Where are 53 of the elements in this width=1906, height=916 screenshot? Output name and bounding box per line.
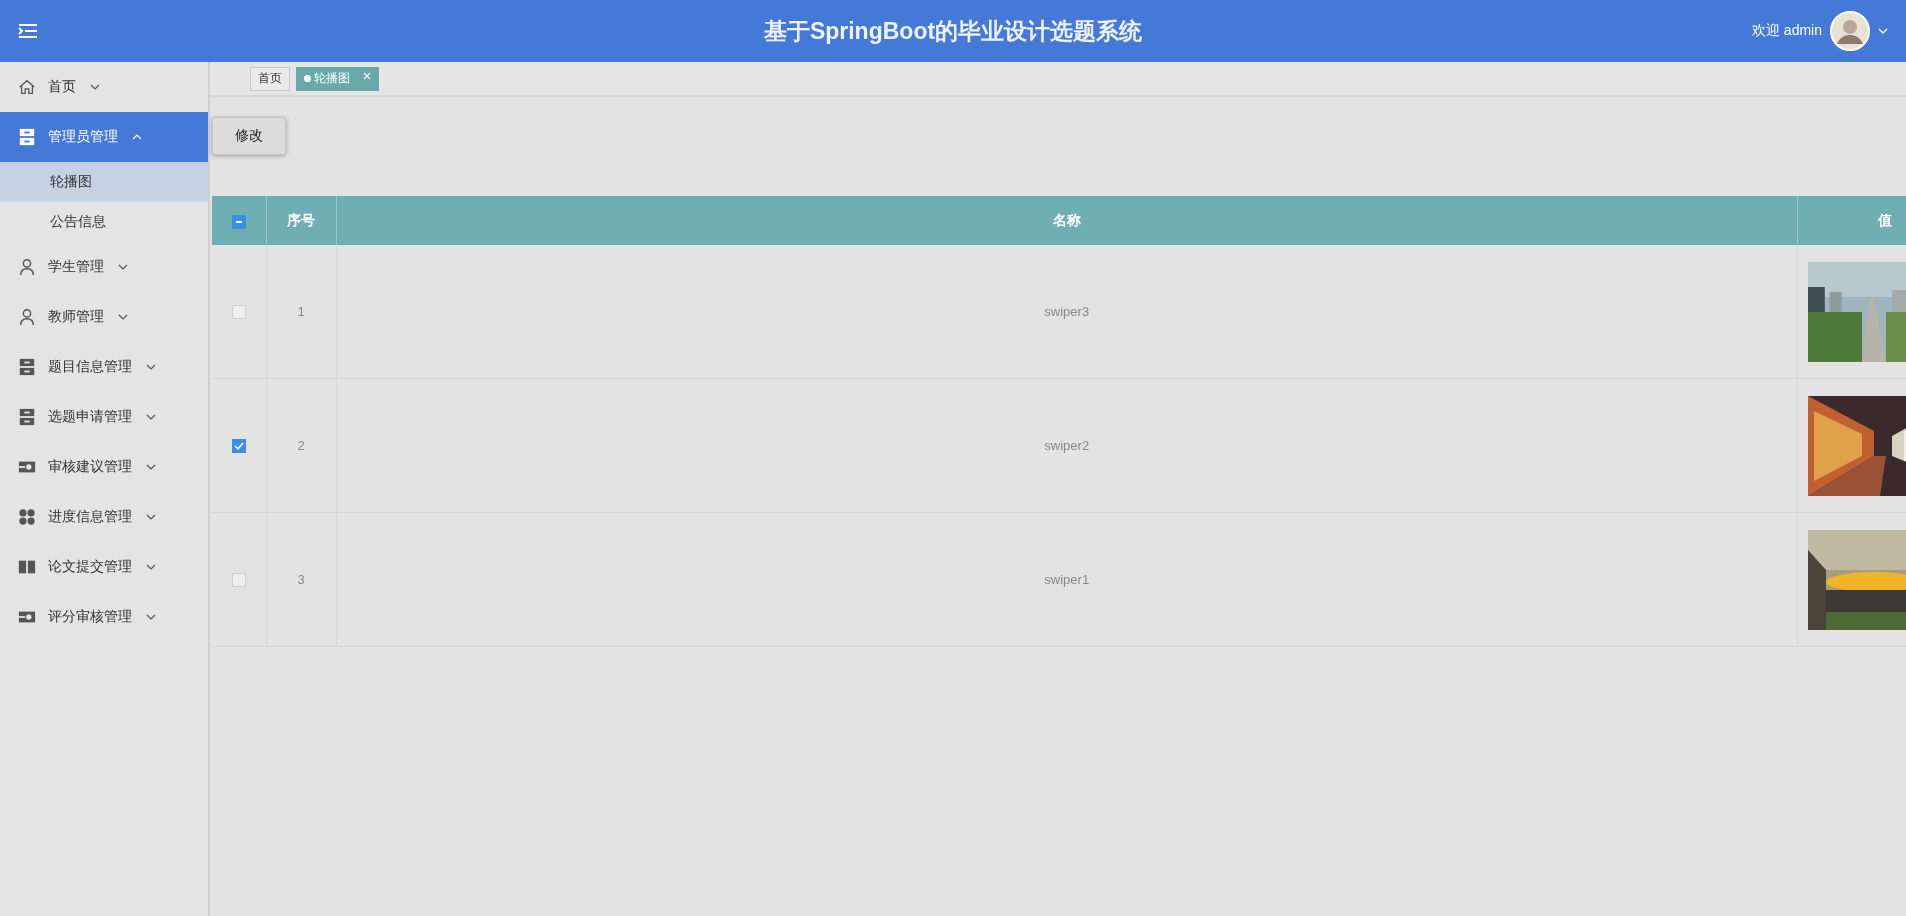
table-cell: 3 xyxy=(297,572,305,587)
menu-item[interactable]: 审核建议管理 xyxy=(0,442,208,492)
app-title: 基于SpringBoot的毕业设计选题系统 xyxy=(763,16,1143,46)
table-cell: swiper2 xyxy=(1044,438,1090,453)
chevron-up-icon xyxy=(132,134,142,140)
column-header: 序号 xyxy=(266,196,336,245)
book-icon xyxy=(18,558,36,576)
chevron-down-icon[interactable] xyxy=(1878,28,1888,34)
chevron-down-icon xyxy=(146,414,156,420)
table-cell: 1 xyxy=(297,304,305,319)
column-header: 值 xyxy=(1797,196,1906,245)
dot-icon xyxy=(304,75,311,82)
chevron-down-icon xyxy=(90,84,100,90)
submenu-item[interactable]: 轮播图 xyxy=(0,162,208,202)
chevron-down-icon xyxy=(146,364,156,370)
drawer-icon xyxy=(18,408,36,426)
column-header: 名称 xyxy=(336,196,1798,245)
chevron-down-icon xyxy=(146,614,156,620)
minus-icon xyxy=(235,220,242,223)
edit-button[interactable]: 修改 xyxy=(212,117,286,155)
close-icon[interactable] xyxy=(363,71,371,80)
menu-item[interactable]: 管理员管理 xyxy=(0,112,208,162)
menu-item[interactable]: 选题申请管理 xyxy=(0,392,208,442)
row-checkbox[interactable] xyxy=(231,305,246,320)
home-icon xyxy=(18,78,36,96)
table-cell: 2 xyxy=(297,438,305,453)
menu-icon[interactable] xyxy=(18,23,38,39)
drawer-icon xyxy=(18,358,36,376)
menu-item[interactable]: 学生管理 xyxy=(0,242,208,292)
drawer-icon xyxy=(18,128,36,146)
person-icon xyxy=(18,308,36,326)
tab[interactable]: 首页 xyxy=(250,66,290,91)
row-checkbox[interactable] xyxy=(231,439,246,454)
chevron-down-icon xyxy=(146,514,156,520)
grid-icon xyxy=(18,508,36,526)
chevron-down-icon xyxy=(118,264,128,270)
chevron-down-icon xyxy=(118,314,128,320)
menu-item[interactable]: 题目信息管理 xyxy=(0,342,208,392)
chevron-down-icon xyxy=(146,564,156,570)
welcome-text: 欢迎 admin xyxy=(1751,22,1822,40)
menu-item[interactable]: 进度信息管理 xyxy=(0,492,208,542)
chevron-down-icon xyxy=(146,464,156,470)
person-icon xyxy=(18,258,36,276)
menu-item[interactable]: 评分审核管理 xyxy=(0,592,208,642)
table-cell: swiper1 xyxy=(1044,572,1090,587)
menu-item[interactable]: 论文提交管理 xyxy=(0,542,208,592)
menu-item[interactable]: 教师管理 xyxy=(0,292,208,342)
submenu-item[interactable]: 公告信息 xyxy=(0,202,208,242)
menu-item[interactable]: 首页 xyxy=(0,62,208,112)
row-checkbox[interactable] xyxy=(231,573,246,588)
table-cell: swiper3 xyxy=(1044,304,1090,319)
select-all-checkbox[interactable] xyxy=(231,214,246,229)
avatar-icon[interactable] xyxy=(1830,11,1870,51)
